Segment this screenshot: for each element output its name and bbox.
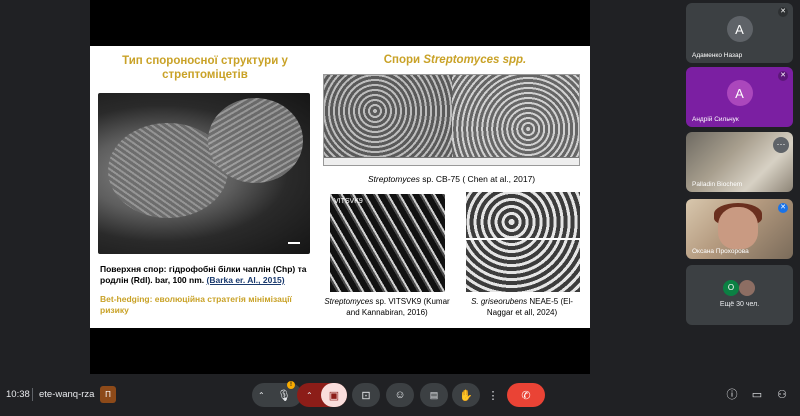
captions-icon: ▤: [429, 389, 439, 400]
present-button[interactable]: ⊡: [352, 383, 380, 407]
mic-off-icon: ✕: [778, 71, 788, 81]
people-icon[interactable]: ⚇: [774, 387, 790, 403]
chevron-up-icon[interactable]: ⌃: [258, 391, 265, 400]
participant-name: Андрій Сильчук: [692, 116, 739, 123]
avatar: А: [726, 16, 753, 42]
camera-off-icon: ▣: [328, 389, 340, 402]
call-end-icon: ✆: [521, 389, 531, 402]
participant-name: Palladin Biochem: [692, 181, 743, 188]
shared-screen: Тип спороносної структури у стрептоміцет…: [90, 0, 590, 374]
more-options-icon[interactable]: ⋯: [773, 137, 789, 153]
vitsvk9-sem-image: VITSVK9: [330, 194, 445, 292]
raise-hand-icon: ✋: [459, 389, 473, 402]
meeting-control-bar: 10:38 ete-wanq-rza П ⌃ 🎙 ! ⌃ ▣ ⊡ ☺ ▤ ✋ ⋮…: [0, 374, 800, 416]
leave-call-button[interactable]: ✆: [507, 383, 545, 407]
barka-reference-link: (Barka er. Al., 2015): [206, 275, 285, 285]
chevron-up-icon[interactable]: ⌃: [306, 391, 313, 400]
emoji-icon: ☺: [394, 389, 406, 401]
spore-surface-caption: Поверхня спор: гідрофобні білки чаплін (…: [100, 264, 307, 285]
neae5-sem-image: [466, 192, 580, 292]
participant-tile[interactable]: А ✕ Андрій Сильчук: [686, 67, 793, 127]
warning-icon: !: [287, 381, 295, 389]
participant-name: Адаменко Назар: [692, 52, 743, 59]
slide-title-right: Спори Streptomyces spp.: [383, 54, 527, 66]
avatar: [739, 280, 755, 296]
mic-off-icon: ✕: [778, 7, 788, 17]
app-icon[interactable]: П: [100, 386, 116, 403]
emoji-button[interactable]: ☺: [386, 383, 414, 407]
more-options-button[interactable]: ⋮: [484, 383, 502, 407]
participant-tile[interactable]: ✕ Оксана Прохорова: [686, 199, 793, 259]
cb75-caption: Streptomyces sp. CB-75 ( Chen at al., 20…: [367, 174, 536, 184]
present-icon: ⊡: [361, 389, 371, 402]
presentation-slide: Тип спороносної структури у стрептоміцет…: [90, 46, 590, 328]
meeting-code: ete-wanq-rza: [39, 389, 95, 400]
participant-video: [718, 207, 758, 249]
clock: 10:38: [6, 389, 30, 400]
slide-title-left: Тип спороносної структури у стрептоміцет…: [122, 55, 288, 81]
raise-hand-button[interactable]: ✋: [452, 383, 480, 407]
participant-tile[interactable]: ⋯ Palladin Biochem: [686, 132, 793, 192]
mic-icon: 🎙: [277, 389, 291, 402]
camera-toggle-button[interactable]: ▣: [321, 383, 347, 407]
participant-name: Оксана Прохорова: [692, 248, 749, 255]
avatar: O: [723, 280, 739, 296]
avatar: А: [726, 80, 753, 106]
chat-icon[interactable]: ▭: [749, 387, 765, 403]
vitsvk9-image-tag: VITSVK9: [334, 198, 363, 205]
more-participants-label: Ещё 30 чел.: [719, 301, 760, 308]
captions-button[interactable]: ▤: [420, 383, 448, 407]
spore-sem-image: [98, 93, 310, 254]
bet-hedging-text: Bet-hedging: еволюційна стратегія мінімі…: [100, 294, 292, 315]
vitsvk9-caption: Streptomyces sp. VITSVK9 (Kumar and Kann…: [324, 297, 450, 317]
more-vert-icon: ⋮: [487, 389, 499, 402]
info-icon[interactable]: ⓘ: [724, 387, 740, 403]
mic-off-icon: ✕: [778, 203, 788, 213]
cb75-sem-image: [323, 74, 580, 166]
participant-tile[interactable]: А ✕ Адаменко Назар: [686, 3, 793, 63]
more-participants-tile[interactable]: O Ещё 30 чел.: [686, 265, 793, 325]
neae5-caption: S. griseorubens NEAE-5 (El-Naggar et all…: [471, 297, 573, 317]
